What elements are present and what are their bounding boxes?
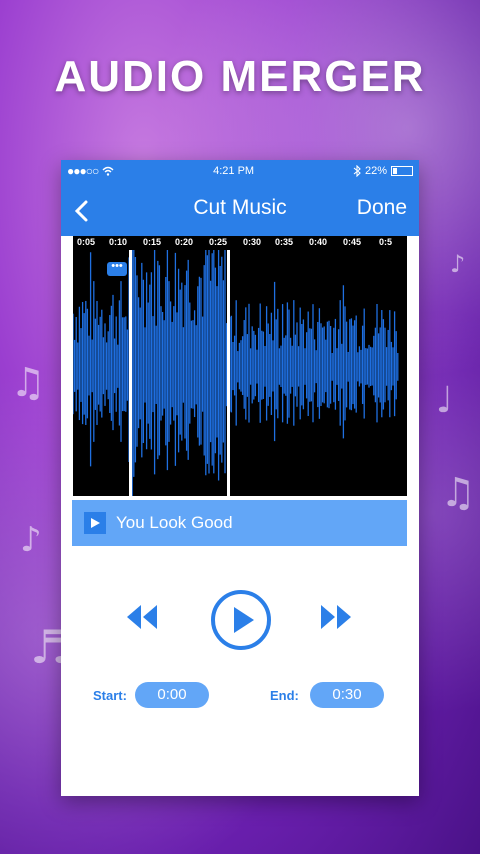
bluetooth-icon [353, 165, 361, 177]
fast-forward-icon[interactable] [318, 602, 354, 632]
done-button[interactable]: Done [357, 196, 407, 220]
timeline-ticks: 0:05 0:10 0:15 0:20 0:25 0:30 0:35 0:40 0:45 0:5 [61, 236, 409, 250]
timeline-tick: 0:5 [379, 237, 393, 247]
timeline-tick: 0:15 [143, 237, 162, 247]
timeline-right-edge [407, 236, 419, 496]
battery-icon [391, 166, 413, 176]
music-note-icon: ♫ [440, 470, 476, 516]
end-label: End: [270, 688, 299, 703]
start-time-field[interactable]: 0:00 [135, 682, 209, 708]
end-marker[interactable] [227, 250, 230, 496]
battery-percent: 22% [364, 165, 387, 177]
music-note-icon: ♩ [436, 380, 453, 421]
music-note-icon: ♪ [450, 250, 466, 278]
audio-waveform [72, 250, 399, 496]
banner-title: AUDIO MERGER [54, 52, 426, 101]
timeline-tick: 0:40 [309, 237, 328, 247]
timeline-tick: 0:35 [275, 237, 294, 247]
play-icon[interactable] [84, 512, 106, 534]
nav-bar: Cut Music Done [61, 182, 419, 236]
wifi-icon [102, 166, 114, 176]
timeline-tick: 0:25 [209, 237, 228, 247]
signal-strength: ●●●○○ [67, 164, 99, 178]
trim-range: Start: 0:00 End: 0:30 [61, 680, 419, 710]
music-note-icon: ♫ [10, 360, 46, 406]
timeline-tick: 0:05 [77, 237, 96, 247]
playback-controls [61, 588, 419, 658]
start-label: Start: [93, 688, 127, 703]
status-bar: ●●●○○ 4:21 PM 22% [61, 160, 419, 182]
play-circle-icon[interactable] [209, 588, 273, 652]
track-name: You Look Good [116, 513, 233, 532]
timeline-tick: 0:20 [175, 237, 194, 247]
music-note-icon: ♪ [20, 520, 42, 560]
waveform-timeline[interactable]: 0:05 0:10 0:15 0:20 0:25 0:30 0:35 0:40 0:45 0:5 … [61, 236, 409, 496]
rewind-icon[interactable] [124, 602, 160, 632]
timeline-tick: 0:45 [343, 237, 362, 247]
end-time-field[interactable]: 0:30 [310, 682, 384, 708]
track-row[interactable]: You Look Good [72, 500, 407, 546]
start-marker[interactable] [129, 250, 132, 496]
phone-screen: ●●●○○ 4:21 PM 22% Cut Music Done 0:05 0:1… [61, 160, 419, 796]
timeline-tick: 0:10 [109, 237, 128, 247]
status-time: 4:21 PM [213, 165, 255, 177]
start-handle[interactable]: ••• [107, 261, 127, 276]
timeline-tick: 0:30 [243, 237, 262, 247]
timeline-left-edge [61, 236, 73, 496]
